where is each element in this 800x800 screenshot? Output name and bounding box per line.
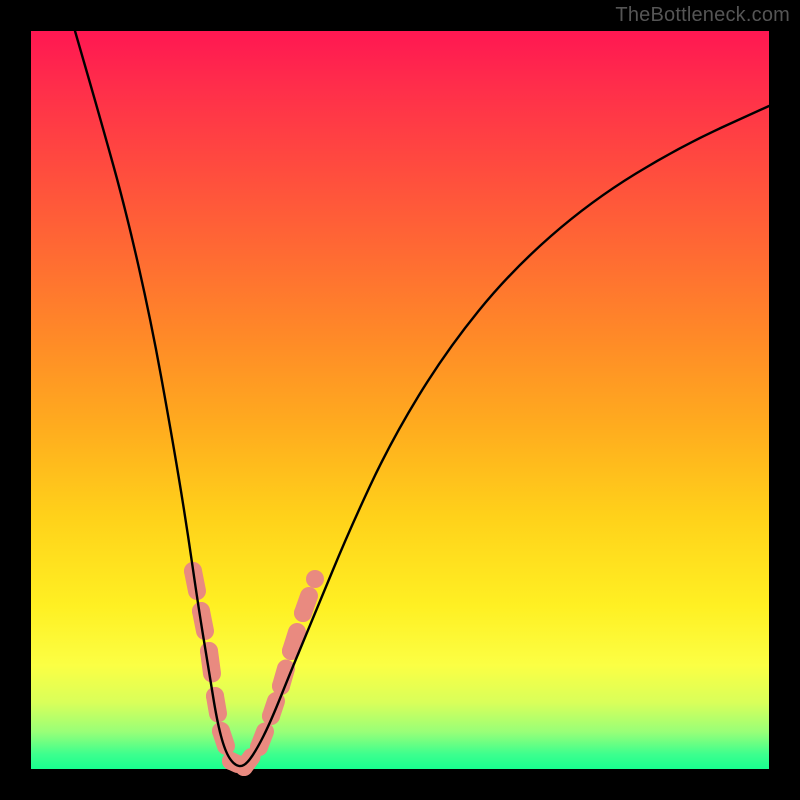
marker-dot	[200, 642, 218, 660]
marker-dot	[235, 758, 253, 776]
watermark-text: TheBottleneck.com	[615, 4, 790, 27]
marker-dot	[306, 570, 324, 588]
v-curve	[75, 31, 769, 766]
marker-dot	[294, 604, 312, 622]
markers-group	[184, 562, 324, 776]
chart-frame: TheBottleneck.com	[0, 0, 800, 800]
chart-svg-layer	[31, 31, 769, 769]
